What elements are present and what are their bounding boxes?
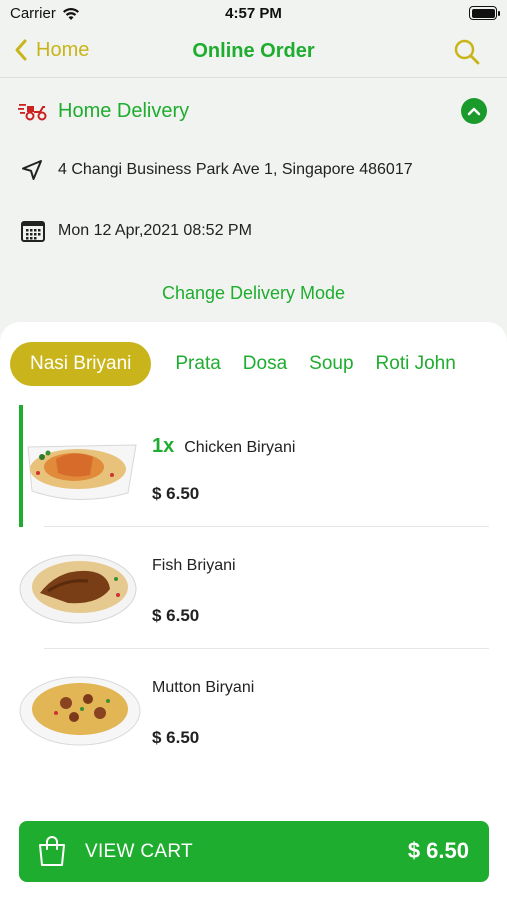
- view-cart-label: VIEW CART: [85, 841, 193, 862]
- menu-item-mutton-biryani[interactable]: Mutton Biryani $ 6.50: [0, 649, 507, 771]
- fish-biryani-image: [19, 554, 137, 624]
- tab-prata[interactable]: Prata: [175, 353, 220, 375]
- item-name: Chicken Biryani: [184, 439, 296, 456]
- item-name: Fish Briyani: [152, 557, 236, 574]
- tab-soup[interactable]: Soup: [309, 353, 353, 375]
- calendar-icon: [21, 221, 45, 242]
- item-price: $ 6.50: [152, 728, 200, 747]
- delivery-datetime: Mon 12 Apr,2021 08:52 PM: [58, 222, 252, 239]
- tab-roti-john[interactable]: Roti John: [376, 353, 456, 375]
- status-bar: Carrier 4:57 PM: [0, 0, 507, 28]
- delivery-address: 4 Changi Business Park Ave 1, Singapore …: [58, 161, 413, 178]
- delivery-scooter-icon: [18, 104, 47, 121]
- item-title: Fish Briyani: [152, 557, 236, 575]
- item-title: 1x Chicken Biryani: [152, 435, 295, 458]
- delivery-mode-label: Home Delivery: [58, 99, 190, 122]
- category-tabs: Nasi Briyani Prata Dosa Soup Roti John: [10, 342, 507, 386]
- collapse-button[interactable]: [461, 98, 487, 124]
- item-price: $ 6.50: [152, 484, 200, 503]
- search-icon: [454, 39, 480, 65]
- chicken-biryani-image: [27, 444, 137, 500]
- navigation-bar: Home Online Order: [0, 28, 507, 78]
- item-title: Mutton Biryani: [152, 679, 254, 697]
- menu-sheet: Nasi Briyani Prata Dosa Soup Roti John 1…: [0, 322, 507, 900]
- status-time: 4:57 PM: [225, 5, 282, 22]
- tab-dosa[interactable]: Dosa: [243, 353, 287, 375]
- change-delivery-mode-link[interactable]: Change Delivery Mode: [0, 283, 507, 304]
- menu-item-fish-biryani[interactable]: Fish Briyani $ 6.50: [0, 527, 507, 649]
- address-row: 4 Changi Business Park Ave 1, Singapore …: [20, 158, 413, 182]
- datetime-row: Mon 12 Apr,2021 08:52 PM: [20, 219, 252, 243]
- delivery-mode-row: Home Delivery: [18, 96, 489, 126]
- view-cart-button[interactable]: VIEW CART $ 6.50: [19, 821, 489, 882]
- item-quantity: 1x: [152, 435, 175, 457]
- tab-nasi-briyani[interactable]: Nasi Briyani: [10, 342, 152, 386]
- location-arrow-icon: [22, 160, 42, 180]
- battery-icon: [469, 6, 500, 20]
- item-name: Mutton Biryani: [152, 679, 255, 696]
- item-price: $ 6.50: [152, 606, 200, 625]
- page-title: Online Order: [192, 40, 315, 62]
- cart-total: $ 6.50: [407, 838, 469, 863]
- shopping-bag-icon: [39, 836, 65, 866]
- menu-item-chicken-biryani[interactable]: 1x Chicken Biryani $ 6.50: [0, 405, 507, 527]
- chevron-up-icon: [467, 107, 481, 116]
- mutton-biryani-image: [19, 676, 141, 746]
- search-button[interactable]: [453, 38, 481, 71]
